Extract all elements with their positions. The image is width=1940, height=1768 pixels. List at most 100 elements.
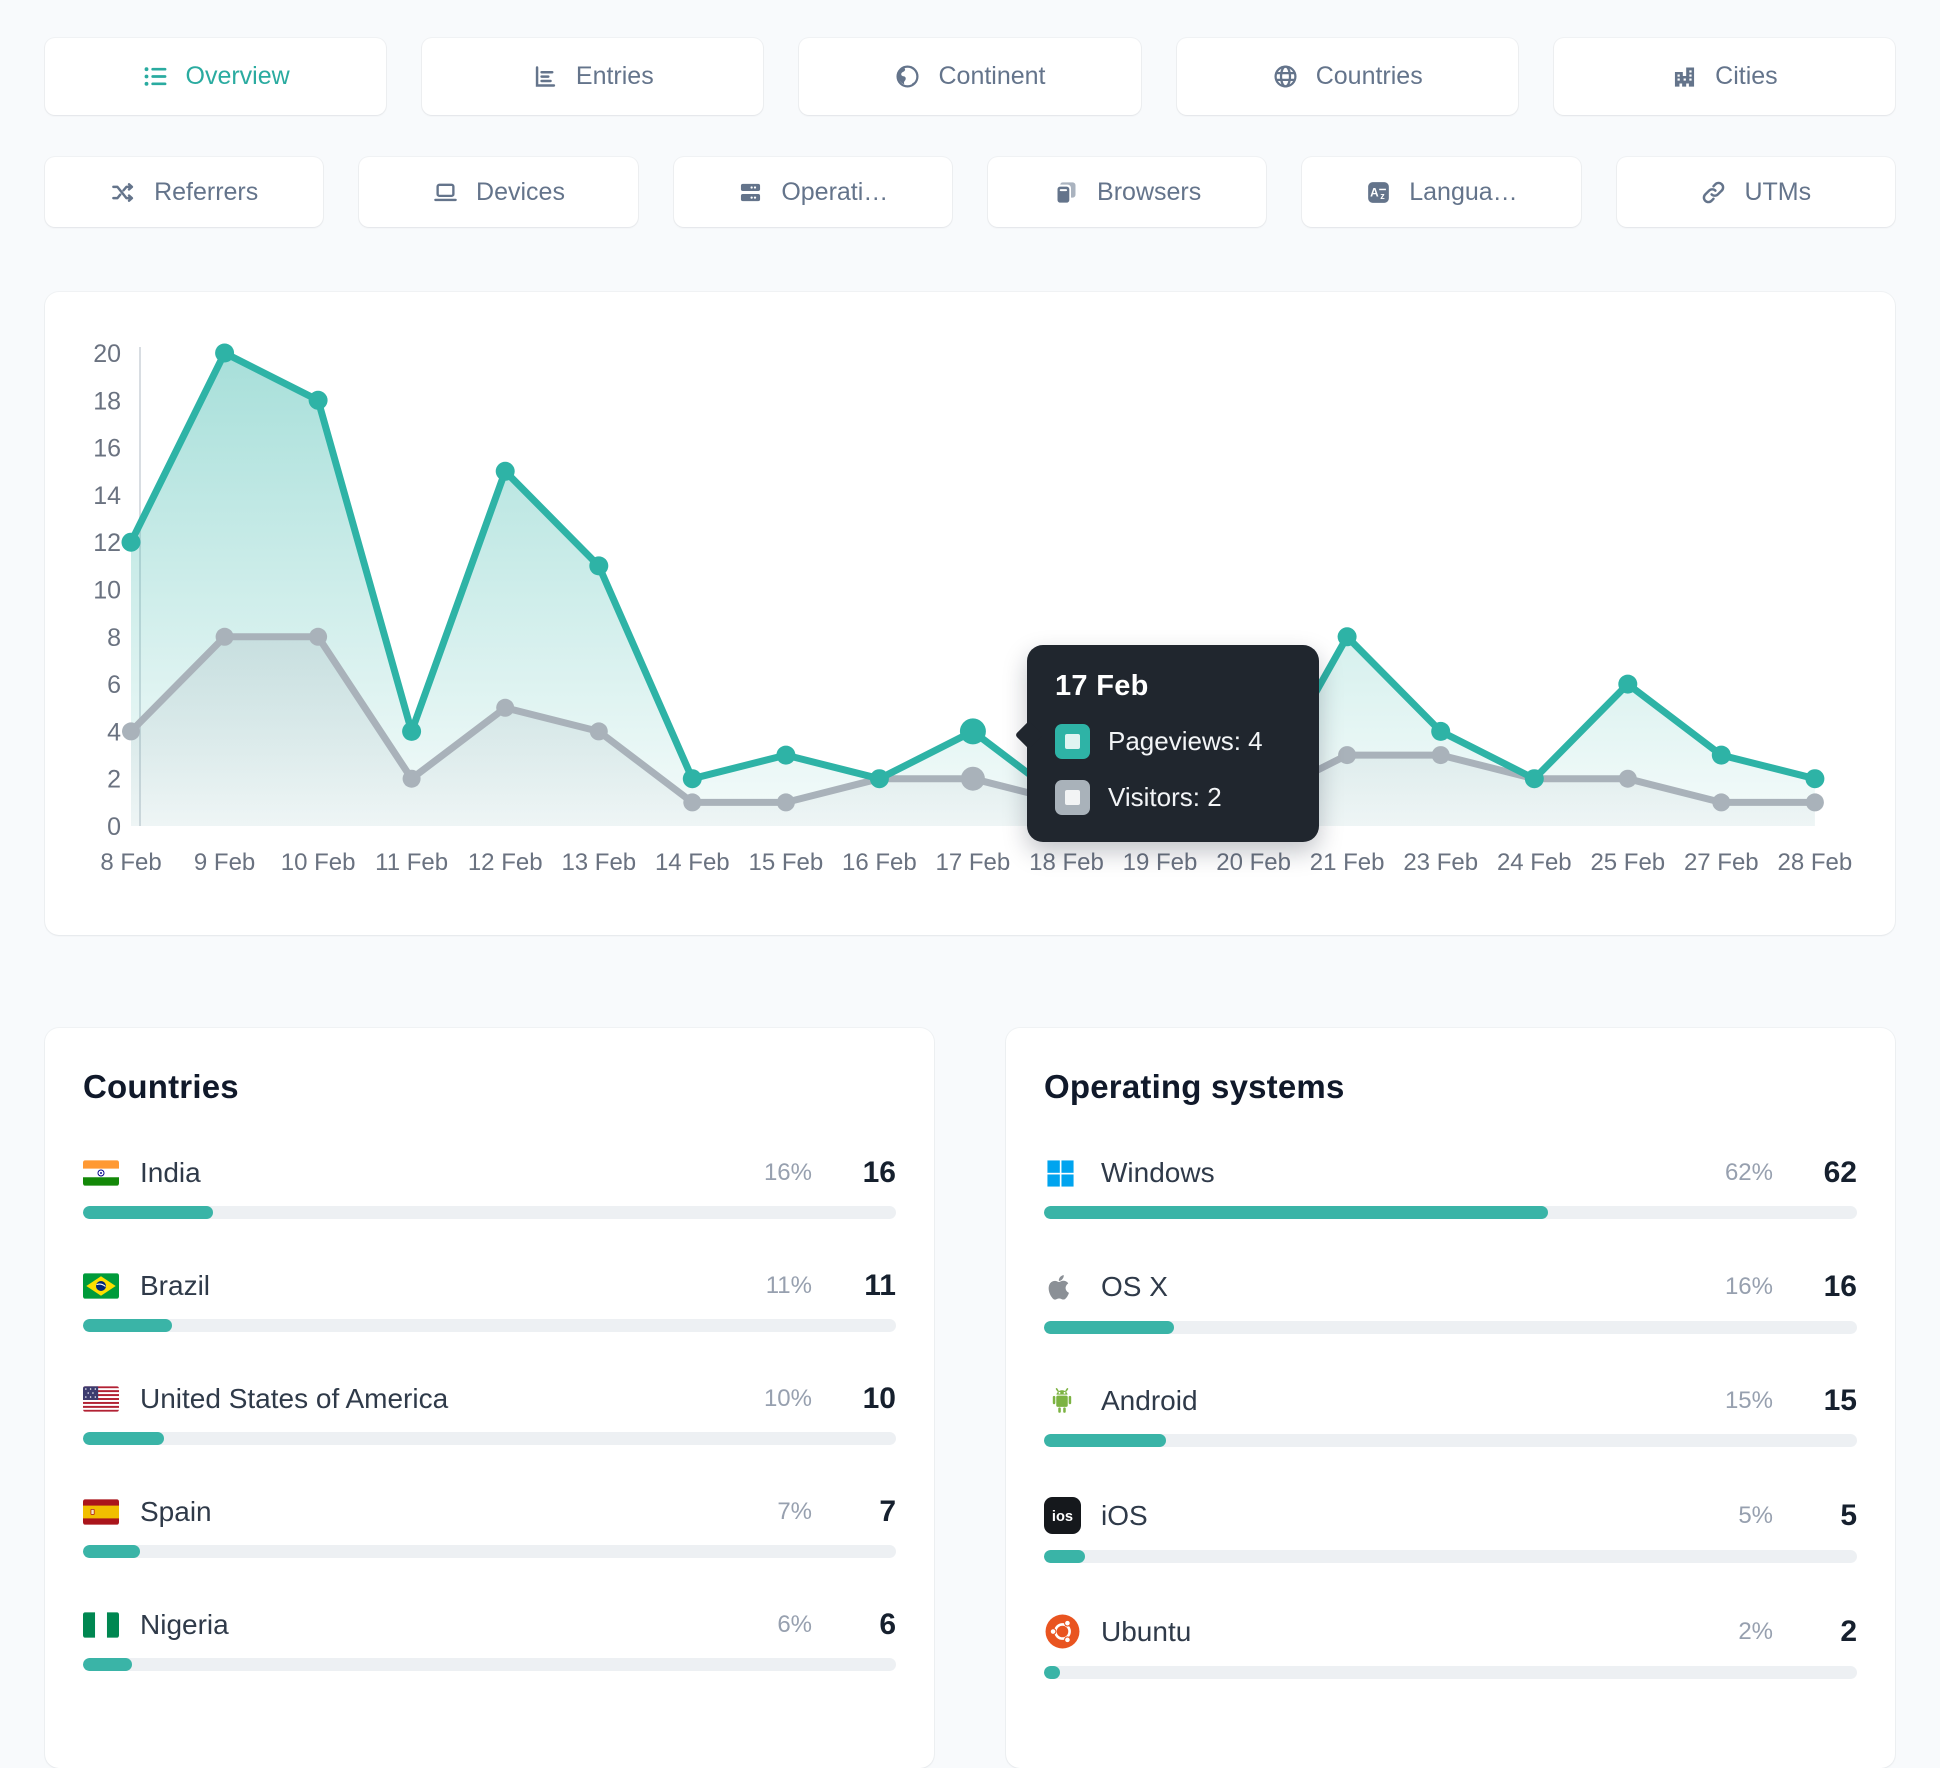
row-count: 6 <box>879 1608 896 1641</box>
data-point-pageviews[interactable] <box>1431 721 1451 741</box>
progress-bar <box>83 1658 896 1671</box>
data-point-visitors[interactable] <box>1338 746 1357 765</box>
y-tick-label: 12 <box>93 529 121 557</box>
apple-icon <box>1044 1269 1084 1305</box>
tab-continent[interactable]: Continent <box>799 38 1141 115</box>
data-point-pageviews[interactable] <box>1711 745 1731 765</box>
data-point-visitors[interactable] <box>1618 769 1637 788</box>
list-item[interactable]: ios iOS 5% 5 <box>1044 1497 1857 1563</box>
list-item[interactable]: Android 15% 15 <box>1044 1384 1857 1447</box>
x-tick-label: 15 Feb <box>749 849 824 876</box>
data-point-visitors[interactable] <box>960 766 985 791</box>
data-point-pageviews[interactable] <box>869 769 889 789</box>
data-point-pageviews[interactable] <box>1337 627 1357 647</box>
list-icon <box>142 63 169 90</box>
tooltip-row: Pageviews: 4 <box>1055 724 1291 759</box>
tab-countries[interactable]: Countries <box>1176 38 1518 115</box>
browser-icon <box>1053 179 1080 206</box>
x-tick-label: 12 Feb <box>468 849 543 876</box>
data-point-pageviews[interactable] <box>589 556 609 576</box>
svg-text:z: z <box>1381 190 1386 200</box>
data-point-pageviews[interactable] <box>121 532 141 552</box>
data-point-visitors[interactable] <box>683 793 702 812</box>
operating-systems-panel: Operating systems Windows 62% 62 OS X 16% 16 A… <box>1006 1028 1895 1768</box>
list-item[interactable]: India 16% 16 <box>83 1156 896 1219</box>
ios-icon: ios <box>1044 1497 1084 1534</box>
x-tick-label: 21 Feb <box>1310 849 1385 876</box>
tabs-row-1: Overview Entries Continent Countries Cities <box>45 38 1896 115</box>
row-label: Windows <box>1101 1157 1215 1188</box>
progress-bar <box>83 1545 896 1558</box>
list-item[interactable]: United States of America 10% 10 <box>83 1382 896 1445</box>
data-point-visitors[interactable] <box>215 627 234 646</box>
progress-fill <box>1044 1434 1166 1447</box>
data-point-visitors[interactable] <box>1431 746 1450 765</box>
data-point-pageviews[interactable] <box>402 721 422 741</box>
list-item[interactable]: Nigeria 6% 6 <box>83 1608 896 1671</box>
row-count: 16 <box>862 1156 896 1189</box>
tab-utms[interactable]: UTMs <box>1616 157 1895 227</box>
progress-fill <box>83 1206 214 1219</box>
progress-fill <box>1044 1550 1085 1563</box>
svg-text:ios: ios <box>1052 1509 1073 1525</box>
row-count: 15 <box>1823 1384 1857 1417</box>
tab-referrers[interactable]: Referrers <box>45 157 324 227</box>
data-point-pageviews[interactable] <box>495 461 515 481</box>
svg-text:A: A <box>1370 185 1379 199</box>
flag-in-icon <box>83 1160 123 1186</box>
tab-overview[interactable]: Overview <box>45 38 387 115</box>
tab-devices[interactable]: Devices <box>359 157 638 227</box>
x-tick-label: 11 Feb <box>375 849 448 876</box>
data-point-pageviews[interactable] <box>1524 769 1544 789</box>
data-point-pageviews[interactable] <box>1805 769 1825 789</box>
tab-label: Browsers <box>1097 177 1202 206</box>
tab-label: Countries <box>1315 62 1423 90</box>
y-tick-label: 2 <box>107 766 121 794</box>
data-point-visitors[interactable] <box>309 627 328 646</box>
data-point-visitors[interactable] <box>1805 793 1824 812</box>
list-item[interactable]: Spain 7% 7 <box>83 1495 896 1558</box>
breakdown-panels: Countries India 16% 16 Brazil 11% 11 United St… <box>45 1028 1895 1768</box>
row-percent: 62% <box>1724 1159 1773 1186</box>
data-point-visitors[interactable] <box>1712 793 1731 812</box>
data-point-pageviews[interactable] <box>776 745 796 765</box>
row-count: 62 <box>1823 1156 1857 1189</box>
list-item[interactable]: OS X 16% 16 <box>1044 1269 1857 1334</box>
data-point-pageviews[interactable] <box>215 343 235 363</box>
data-point-visitors[interactable] <box>122 722 140 741</box>
data-point-pageviews[interactable] <box>959 718 986 745</box>
data-point-visitors[interactable] <box>589 722 608 741</box>
windows-icon <box>1044 1157 1084 1190</box>
tab-label: Cities <box>1715 62 1778 90</box>
tab-operating-systems[interactable]: Operati… <box>673 157 952 227</box>
row-count: 7 <box>879 1495 896 1528</box>
tab-browsers[interactable]: Browsers <box>987 157 1267 227</box>
data-point-visitors[interactable] <box>776 793 795 812</box>
traffic-chart[interactable]: 0 2 4 6 8 10 12 14 16 18 20 8 Feb 9 Feb 10 Feb 11 Feb 1… <box>45 292 1895 935</box>
data-point-pageviews[interactable] <box>682 769 702 789</box>
list-item[interactable]: Ubuntu 2% 2 <box>1044 1613 1857 1679</box>
flag-ng-icon <box>83 1612 123 1638</box>
data-point-visitors[interactable] <box>496 698 515 717</box>
data-point-visitors[interactable] <box>402 769 421 788</box>
operating-systems-list: Windows 62% 62 OS X 16% 16 Android 15% 15 ios iOS 5… <box>1044 1156 1857 1679</box>
tab-languages[interactable]: Az Langua… <box>1302 157 1581 227</box>
row-count: 5 <box>1840 1498 1857 1532</box>
flag-us-icon <box>83 1386 123 1412</box>
x-tick-label: 28 Feb <box>1778 849 1853 876</box>
data-point-pageviews[interactable] <box>308 390 328 410</box>
tab-entries[interactable]: Entries <box>422 38 764 115</box>
data-point-pageviews[interactable] <box>1618 674 1638 694</box>
tab-label: Devices <box>476 177 565 206</box>
progress-bar <box>83 1319 896 1332</box>
row-percent: 11% <box>765 1272 812 1299</box>
list-item[interactable]: Brazil 11% 11 <box>83 1269 896 1332</box>
row-count: 16 <box>1823 1270 1857 1303</box>
tooltip-value: Visitors: 2 <box>1108 782 1222 812</box>
countries-panel: Countries India 16% 16 Brazil 11% 11 United St… <box>45 1028 934 1768</box>
tab-cities[interactable]: Cities <box>1553 38 1896 115</box>
row-label: Brazil <box>140 1270 211 1301</box>
list-item[interactable]: Windows 62% 62 <box>1044 1156 1857 1219</box>
chart-tooltip: 17 Feb Pageviews: 4 Visitors: 2 <box>1014 645 1319 842</box>
server-icon <box>737 179 764 206</box>
